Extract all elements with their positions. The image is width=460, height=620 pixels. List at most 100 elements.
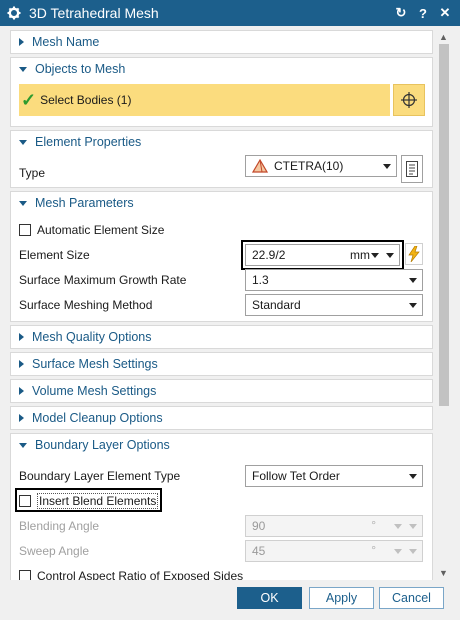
auto-size-checkbox[interactable] bbox=[19, 223, 31, 236]
help-icon[interactable]: ? bbox=[416, 6, 430, 21]
caret-down-icon bbox=[19, 200, 27, 206]
caret-right-icon bbox=[19, 414, 24, 422]
section-title: Surface Mesh Settings bbox=[32, 357, 158, 371]
growth-rate-label: Surface Maximum Growth Rate bbox=[19, 272, 187, 287]
checkmark-icon: ✓ bbox=[21, 89, 37, 110]
auto-size-label: Automatic Element Size bbox=[37, 222, 165, 237]
aspect-ratio-row[interactable]: Control Aspect Ratio of Exposed Sides bbox=[11, 563, 432, 580]
meshing-method-label: Surface Meshing Method bbox=[19, 297, 153, 312]
aspect-ratio-checkbox[interactable] bbox=[19, 569, 31, 580]
caret-right-icon bbox=[19, 333, 24, 341]
section-surface-mesh: Surface Mesh Settings bbox=[10, 352, 433, 376]
section-header-mesh-parameters[interactable]: Mesh Parameters bbox=[11, 192, 432, 214]
chevron-down-icon bbox=[409, 302, 417, 308]
section-title: Volume Mesh Settings bbox=[32, 384, 157, 398]
dialog-footer: OK Apply Cancel bbox=[0, 580, 460, 620]
caret-down-icon bbox=[19, 66, 27, 72]
chevron-down-icon bbox=[409, 473, 417, 479]
bl-element-type-value: Follow Tet Order bbox=[252, 468, 340, 483]
lightning-button[interactable] bbox=[405, 243, 423, 265]
chevron-down-icon bbox=[409, 548, 417, 554]
caret-down-icon bbox=[19, 442, 27, 448]
section-title: Boundary Layer Options bbox=[35, 438, 170, 452]
section-mesh-parameters: Mesh Parameters Automatic Element Size E… bbox=[10, 191, 433, 322]
unit-chevron-down-icon bbox=[394, 523, 402, 529]
section-title: Model Cleanup Options bbox=[32, 411, 163, 425]
caret-right-icon bbox=[19, 38, 24, 46]
unit-chevron-down-icon bbox=[394, 548, 402, 554]
vertical-scrollbar[interactable]: ▲ ▼ bbox=[436, 30, 452, 580]
scrollbar-thumb[interactable] bbox=[439, 44, 449, 406]
caret-right-icon bbox=[19, 360, 24, 368]
type-select[interactable]: CTETRA(10) bbox=[245, 155, 397, 177]
chevron-down-icon bbox=[409, 277, 417, 283]
crosshair-icon bbox=[401, 92, 417, 108]
sweep-angle-input: 45 ° bbox=[245, 539, 423, 562]
select-object-button[interactable] bbox=[393, 84, 425, 116]
element-size-unit: mm bbox=[350, 248, 370, 262]
element-list-button[interactable] bbox=[401, 155, 423, 183]
section-objects-to-mesh: Objects to Mesh ✓ Select Bodies (1) bbox=[10, 57, 433, 127]
insert-blend-row[interactable]: Insert Blend Elements bbox=[11, 488, 432, 513]
window-title: 3D Tetrahedral Mesh bbox=[29, 5, 159, 21]
select-bodies-label: Select Bodies (1) bbox=[40, 93, 132, 107]
section-header-surface-mesh[interactable]: Surface Mesh Settings bbox=[11, 353, 432, 375]
title-bar: 3D Tetrahedral Mesh ↻ ? ✕ bbox=[0, 0, 460, 26]
degree-unit: ° bbox=[371, 517, 376, 532]
section-title: Mesh Name bbox=[32, 35, 100, 49]
element-size-input[interactable]: 22.9/2 mm bbox=[245, 244, 400, 266]
apply-button[interactable]: Apply bbox=[309, 587, 374, 609]
scroll-down-icon[interactable]: ▼ bbox=[439, 568, 448, 578]
type-value: CTETRA(10) bbox=[274, 159, 344, 173]
section-header-mesh-name[interactable]: Mesh Name bbox=[11, 31, 432, 53]
degree-unit: ° bbox=[371, 542, 376, 557]
sweep-angle-label: Sweep Angle bbox=[19, 543, 90, 558]
section-title: Objects to Mesh bbox=[35, 62, 126, 76]
type-label: Type bbox=[19, 166, 46, 180]
blending-angle-value: 90 bbox=[252, 518, 266, 533]
section-boundary-layer: Boundary Layer Options Boundary Layer El… bbox=[10, 433, 433, 580]
section-title: Mesh Parameters bbox=[35, 196, 134, 210]
chevron-down-icon[interactable] bbox=[386, 253, 394, 258]
reset-icon[interactable]: ↻ bbox=[394, 5, 408, 20]
section-header-volume-mesh[interactable]: Volume Mesh Settings bbox=[11, 380, 432, 402]
bl-element-type-label: Boundary Layer Element Type bbox=[19, 468, 181, 483]
lightning-icon bbox=[408, 246, 420, 262]
element-size-label: Element Size bbox=[19, 247, 90, 262]
section-header-element-properties[interactable]: Element Properties bbox=[11, 131, 432, 153]
section-header-model-cleanup[interactable]: Model Cleanup Options bbox=[11, 407, 432, 429]
list-icon bbox=[406, 161, 418, 177]
close-icon[interactable]: ✕ bbox=[438, 5, 452, 20]
insert-blend-highlight bbox=[15, 488, 162, 512]
dialog-content: Mesh Name Objects to Mesh ✓ Select Bodie… bbox=[10, 30, 433, 580]
auto-size-row[interactable]: Automatic Element Size bbox=[11, 217, 432, 242]
chevron-down-icon bbox=[409, 523, 417, 529]
meshing-method-select[interactable]: Standard bbox=[245, 293, 423, 316]
scroll-up-icon[interactable]: ▲ bbox=[439, 32, 448, 42]
meshing-method-value: Standard bbox=[252, 297, 301, 312]
section-header-boundary-layer[interactable]: Boundary Layer Options bbox=[11, 434, 432, 456]
growth-rate-select[interactable]: 1.3 bbox=[245, 268, 423, 291]
section-title: Element Properties bbox=[35, 135, 142, 149]
sweep-angle-value: 45 bbox=[252, 543, 266, 558]
section-header-objects-to-mesh[interactable]: Objects to Mesh bbox=[11, 58, 432, 80]
gear-icon[interactable] bbox=[7, 6, 21, 20]
tetra-element-icon bbox=[252, 159, 268, 173]
section-mesh-name: Mesh Name bbox=[10, 30, 433, 54]
unit-chevron-down-icon[interactable] bbox=[371, 253, 379, 258]
section-volume-mesh: Volume Mesh Settings bbox=[10, 379, 433, 403]
growth-rate-value: 1.3 bbox=[252, 272, 269, 287]
chevron-down-icon bbox=[383, 164, 391, 169]
caret-down-icon bbox=[19, 139, 27, 145]
section-mesh-quality: Mesh Quality Options bbox=[10, 325, 433, 349]
section-title: Mesh Quality Options bbox=[32, 330, 152, 344]
ok-button[interactable]: OK bbox=[237, 587, 302, 609]
section-element-properties: Element Properties Type CTETRA(10) bbox=[10, 130, 433, 188]
select-bodies-field[interactable]: ✓ Select Bodies (1) bbox=[19, 84, 390, 116]
element-size-value: 22.9/2 bbox=[252, 248, 286, 262]
aspect-ratio-label: Control Aspect Ratio of Exposed Sides bbox=[37, 568, 244, 581]
cancel-button[interactable]: Cancel bbox=[379, 587, 444, 609]
section-header-mesh-quality[interactable]: Mesh Quality Options bbox=[11, 326, 432, 348]
caret-right-icon bbox=[19, 387, 24, 395]
bl-element-type-select[interactable]: Follow Tet Order bbox=[245, 464, 423, 487]
